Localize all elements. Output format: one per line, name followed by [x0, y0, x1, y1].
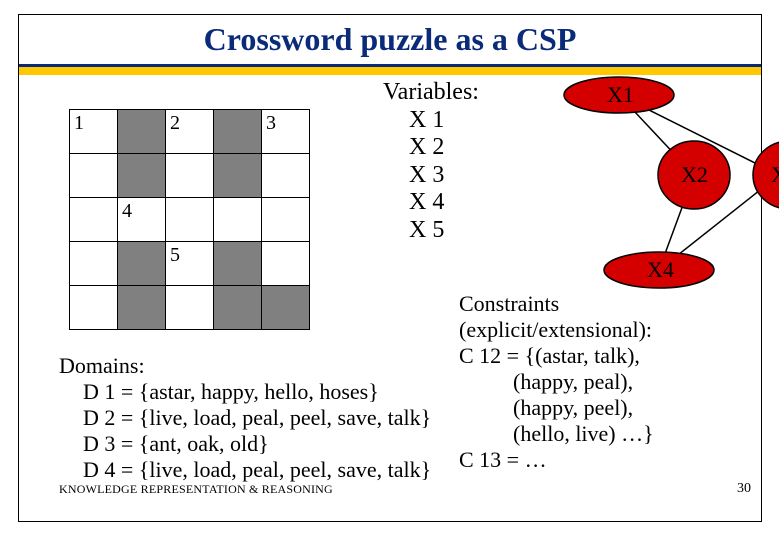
node-x4: X4	[647, 257, 674, 282]
c12-line: C 12 = {(astar, talk),	[459, 343, 654, 369]
cell-4-4	[214, 242, 262, 286]
cell-5-3	[166, 286, 214, 330]
domain-d3: D 3 = {ant, oak, old}	[83, 431, 431, 457]
cell-3-2: 4	[118, 198, 166, 242]
domains-heading: Domains:	[59, 353, 431, 379]
variable-x3: X 3	[409, 162, 479, 190]
cell-2-4	[214, 154, 262, 198]
constraints-block: Constraints (explicit/extensional): C 12…	[459, 291, 654, 473]
cell-2-3	[166, 154, 214, 198]
slide-title: Crossword puzzle as a CSP	[19, 21, 761, 58]
node-x3: X3	[771, 162, 779, 187]
cell-1-4	[214, 110, 262, 154]
page-number: 30	[737, 481, 751, 497]
node-x1: X1	[607, 82, 634, 107]
c12-item-1: (happy, peal),	[513, 369, 654, 395]
cell-4-2	[118, 242, 166, 286]
cell-3-4	[214, 198, 262, 242]
cell-3-1	[70, 198, 118, 242]
c12-item-3: (hello, live) …}	[513, 421, 654, 447]
cell-4-1	[70, 242, 118, 286]
cell-1-3: 2	[166, 110, 214, 154]
variable-x2: X 2	[409, 134, 479, 162]
domain-d2: D 2 = {live, load, peal, peel, save, tal…	[83, 405, 431, 431]
constraints-heading: Constraints	[459, 291, 654, 317]
cell-1-1: 1	[70, 110, 118, 154]
c12-item-2: (happy, peel),	[513, 395, 654, 421]
cell-3-5	[262, 198, 310, 242]
cell-2-2	[118, 154, 166, 198]
cell-4-3: 5	[166, 242, 214, 286]
domain-d4: D 4 = {live, load, peal, peel, save, tal…	[83, 457, 431, 483]
cell-5-2	[118, 286, 166, 330]
cell-5-1	[70, 286, 118, 330]
cell-3-3	[166, 198, 214, 242]
variables-block: Variables: X 1 X 2 X 3 X 4 X 5	[383, 79, 479, 245]
cell-2-1	[70, 154, 118, 198]
cell-5-5	[262, 286, 310, 330]
constraints-sub: (explicit/extensional):	[459, 317, 654, 343]
cell-4-5	[262, 242, 310, 286]
domains-block: Domains: D 1 = {astar, happy, hello, hos…	[59, 353, 431, 483]
variable-x5: X 5	[409, 217, 479, 245]
footer-text: KNOWLEDGE REPRESENTATION & REASONING	[59, 482, 333, 497]
cell-2-5	[262, 154, 310, 198]
variable-x4: X 4	[409, 189, 479, 217]
constraint-graph: X1 X2 X3 X4	[539, 75, 779, 295]
cell-1-2	[118, 110, 166, 154]
crossword-grid: 1 2 3 4 5	[69, 109, 310, 330]
cell-5-4	[214, 286, 262, 330]
domain-d1: D 1 = {astar, happy, hello, hoses}	[83, 379, 431, 405]
variable-x1: X 1	[409, 107, 479, 135]
cell-1-5: 3	[262, 110, 310, 154]
variables-heading: Variables:	[383, 79, 479, 107]
node-x2: X2	[681, 162, 708, 187]
title-rule	[19, 64, 761, 75]
c13-line: C 13 = …	[459, 447, 654, 473]
